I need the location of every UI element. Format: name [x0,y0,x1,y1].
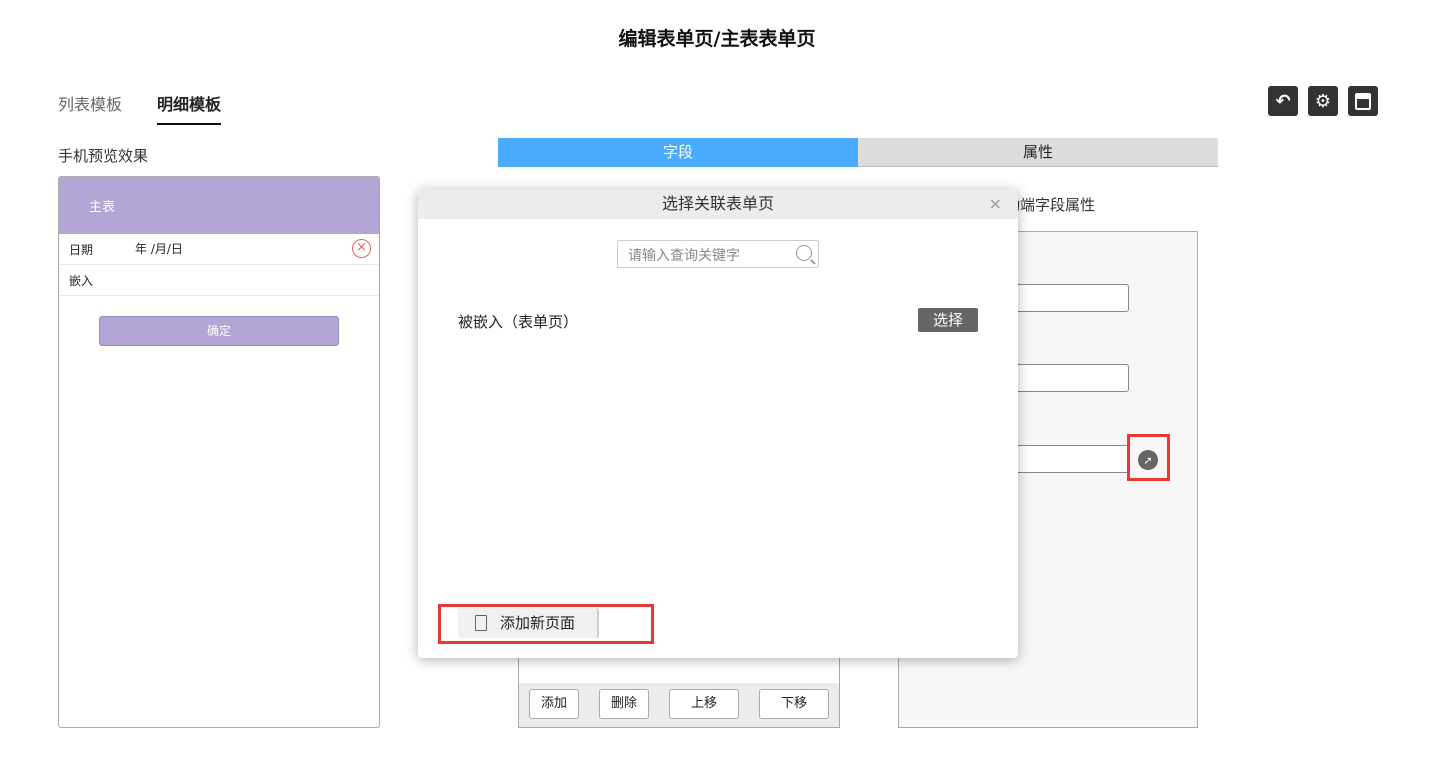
select-button[interactable]: 选择 [918,308,978,332]
page-title: 编辑表单页/主表表单页 [618,28,816,50]
close-icon[interactable]: × [989,189,1002,219]
pick-cursor-icon[interactable]: ➚ [1138,450,1158,470]
list-item: 被嵌入（表单页） [458,313,579,331]
save-button[interactable] [1348,86,1378,116]
search-icon[interactable] [796,245,812,261]
modal-title: 选择关联表单页 [661,194,774,213]
embed-row[interactable]: 嵌入 [59,265,379,296]
preview-label: 手机预览效果 [58,147,149,165]
add-new-page-label: 添加新页面 [500,614,576,632]
tab-field[interactable]: 字段 [498,138,858,167]
move-down-button[interactable]: 下移 [759,689,829,719]
date-row[interactable]: 日期 年 /月/日 × [59,234,379,265]
tab-attribute[interactable]: 属性 [858,138,1218,167]
add-new-page-button[interactable]: 添加新页面 [458,608,599,638]
tab-list-template[interactable]: 列表模板 [58,91,122,115]
phone-preview: 主表 日期 年 /月/日 × 嵌入 确定 [58,176,380,728]
select-form-modal: 选择关联表单页 × 请输入查询关键字 被嵌入（表单页） 选择 添加新页面 [418,189,1018,658]
document-icon [475,615,487,631]
embed-label: 嵌入 [69,274,94,288]
tab-detail-template[interactable]: 明细模板 [157,91,222,125]
date-label: 日期 [69,243,94,257]
phone-header: 主表 [59,177,379,234]
settings-button[interactable]: ⚙ [1308,86,1338,116]
confirm-button[interactable]: 确定 [99,316,339,346]
delete-button[interactable]: 删除 [599,689,649,719]
modal-header: 选择关联表单页 × [418,189,1018,219]
field-list-toolbar: 添加 删除 上移 下移 [519,683,839,727]
clear-icon[interactable]: × [352,239,371,258]
search-input[interactable]: 请输入查询关键字 [617,240,819,268]
back-icon: ↶ [1275,90,1291,112]
add-button[interactable]: 添加 [529,689,579,719]
save-icon [1355,92,1371,110]
back-button[interactable]: ↶ [1268,86,1298,116]
move-up-button[interactable]: 上移 [669,689,739,719]
gear-icon: ⚙ [1314,90,1332,112]
search-placeholder: 请输入查询关键字 [628,248,740,264]
date-value[interactable]: 年 /月/日 [135,240,183,257]
